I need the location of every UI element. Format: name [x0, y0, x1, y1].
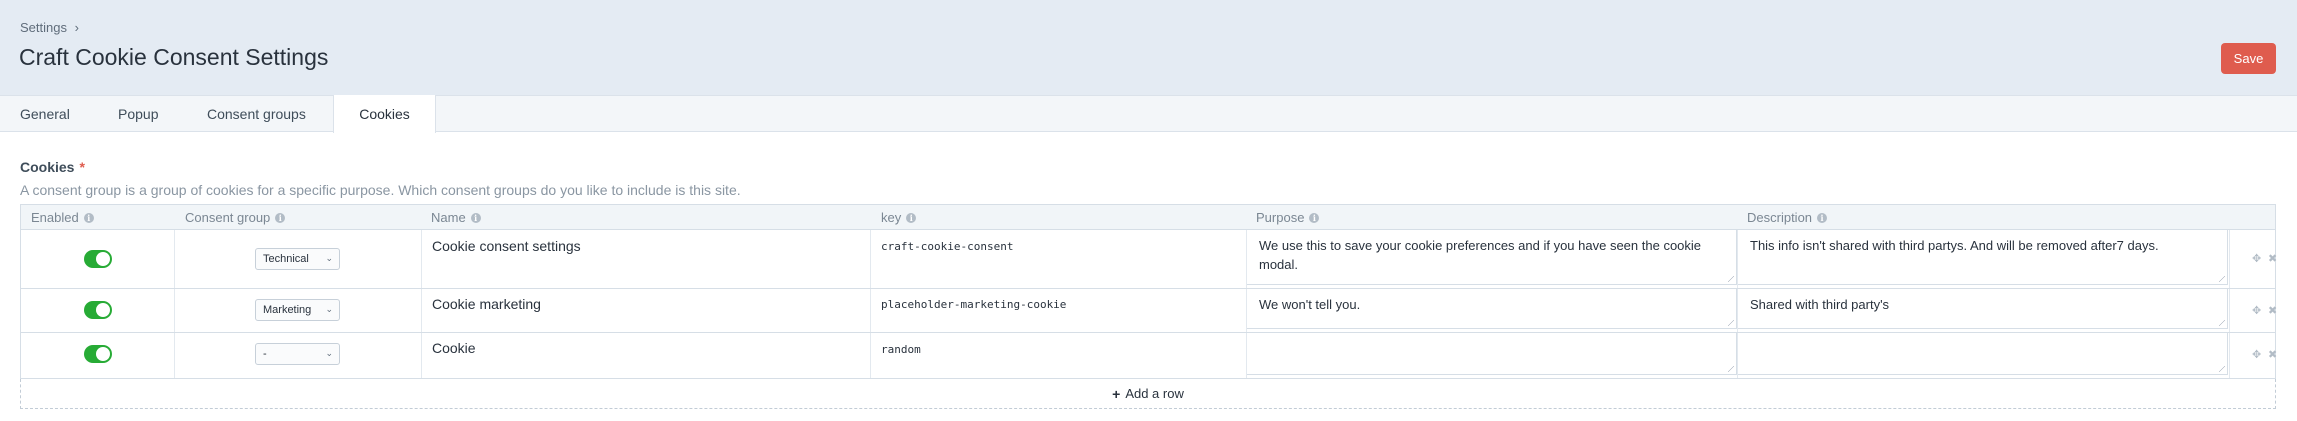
info-icon[interactable]: i	[1309, 212, 1320, 223]
save-button[interactable]: Save	[2221, 43, 2276, 74]
column-header-description: Description i	[1747, 210, 1828, 225]
consent-group-select[interactable]: - ⌄	[255, 343, 340, 365]
enabled-toggle[interactable]	[84, 345, 112, 363]
move-icon[interactable]: ✥	[2252, 252, 2261, 265]
table-header: Enabled i Consent group i Name i key i Purpo…	[20, 204, 2276, 230]
description-textarea[interactable]	[1738, 333, 2228, 375]
select-value: Marketing	[263, 304, 312, 316]
purpose-textarea[interactable]: We won't tell you.	[1247, 289, 1737, 329]
page-title: Craft Cookie Consent Settings	[19, 44, 329, 70]
info-icon[interactable]: i	[1817, 212, 1828, 223]
enabled-toggle[interactable]	[84, 301, 112, 319]
tab-bar: General Popup Consent groups Cookies	[0, 95, 2297, 133]
info-icon[interactable]: i	[275, 212, 286, 223]
move-icon[interactable]: ✥	[2252, 304, 2261, 317]
chevron-down-icon: ⌄	[325, 253, 333, 263]
cookie-key-cell[interactable]: placeholder-marketing-cookie	[881, 298, 1066, 311]
chevron-down-icon: ⌄	[325, 348, 333, 358]
breadcrumb-settings-link[interactable]: Settings	[20, 20, 67, 35]
tab-general[interactable]: General	[20, 96, 70, 132]
breadcrumb-separator: ›	[74, 20, 79, 35]
delete-icon[interactable]: ✖	[2268, 304, 2277, 317]
tab-cookies[interactable]: Cookies	[333, 95, 436, 133]
cookie-key-cell[interactable]: craft-cookie-consent	[881, 240, 1013, 253]
delete-icon[interactable]: ✖	[2268, 348, 2277, 361]
description-textarea[interactable]: Shared with third party's	[1738, 289, 2228, 329]
column-header-name: Name i	[431, 210, 481, 225]
table-row: Marketing ⌄ Cookie marketing placeholder-…	[20, 289, 2277, 333]
cookies-table: Enabled i Consent group i Name i key i Purpo…	[20, 204, 2277, 379]
table-row: Technical ⌄ Cookie consent settings craft…	[20, 230, 2277, 289]
column-header-label: Enabled	[31, 210, 79, 225]
select-value: -	[263, 348, 267, 360]
chevron-down-icon: ⌄	[325, 304, 333, 314]
cookie-key-cell[interactable]: random	[881, 343, 921, 356]
description-textarea[interactable]: This info isn't shared with third partys…	[1738, 230, 2228, 285]
info-icon[interactable]: i	[906, 212, 917, 223]
purpose-textarea[interactable]	[1247, 333, 1737, 375]
info-icon[interactable]: i	[470, 212, 481, 223]
column-header-label: Description	[1747, 210, 1813, 225]
field-label-text: Cookies	[20, 159, 75, 175]
tab-popup[interactable]: Popup	[118, 96, 158, 132]
row-actions: ✥ ✖	[2252, 333, 2277, 378]
column-header-label: key	[881, 210, 902, 225]
column-header-consent-group: Consent group i	[185, 210, 286, 225]
cookie-name-cell[interactable]: Cookie	[432, 340, 476, 356]
plus-icon: +	[1112, 385, 1121, 402]
consent-group-select[interactable]: Technical ⌄	[255, 248, 340, 270]
tab-consent-groups[interactable]: Consent groups	[207, 96, 306, 132]
column-header-label: Purpose	[1256, 210, 1305, 225]
required-indicator: *	[79, 159, 85, 175]
column-header-purpose: Purpose i	[1256, 210, 1320, 225]
info-icon[interactable]: i	[83, 212, 94, 223]
breadcrumb: Settings ›	[20, 20, 79, 35]
column-header-label: Name	[431, 210, 466, 225]
column-header-enabled: Enabled i	[31, 210, 94, 225]
row-actions: ✥ ✖	[2252, 289, 2277, 332]
row-actions: ✥ ✖	[2252, 230, 2277, 288]
column-header-label: Consent group	[185, 210, 271, 225]
table-row: - ⌄ Cookie random ✥ ✖	[20, 333, 2277, 379]
field-instructions: A consent group is a group of cookies fo…	[20, 182, 741, 198]
cookies-field-label: Cookies *	[20, 159, 85, 175]
purpose-textarea[interactable]: We use this to save your cookie preferen…	[1247, 230, 1737, 285]
enabled-toggle[interactable]	[84, 250, 112, 268]
cookie-name-cell[interactable]: Cookie marketing	[432, 296, 541, 312]
page-header: Settings › Craft Cookie Consent Settings…	[0, 0, 2297, 95]
column-header-key: key i	[881, 210, 917, 225]
delete-icon[interactable]: ✖	[2268, 252, 2277, 265]
consent-group-select[interactable]: Marketing ⌄	[255, 299, 340, 321]
cookie-name-cell[interactable]: Cookie consent settings	[432, 238, 581, 254]
add-row-label: Add a row	[1125, 386, 1184, 401]
move-icon[interactable]: ✥	[2252, 348, 2261, 361]
select-value: Technical	[263, 253, 309, 265]
add-row-button[interactable]: + Add a row	[20, 379, 2276, 409]
